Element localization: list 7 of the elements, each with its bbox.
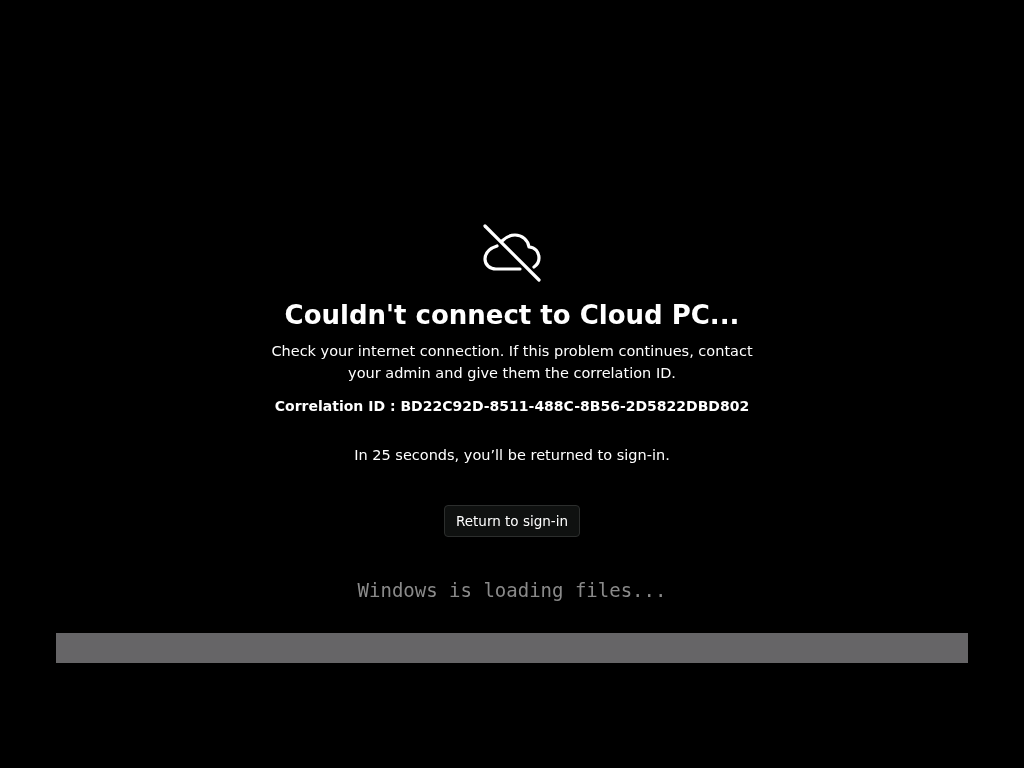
return-button[interactable]: Return to sign-in	[444, 505, 580, 537]
countdown-text: In 25 seconds, you’ll be returned to sign-in.	[354, 446, 670, 465]
boot-status-text: Windows is loading files...	[357, 578, 667, 603]
error-message: Check your internet connection. If this problem continues, contact your admin and give them the correlation ID.	[270, 342, 754, 383]
error-title: Couldn't connect to Cloud PC...	[284, 299, 740, 332]
correlation-id: Correlation ID : BD22C92D-8511-488C-8B56-2D5822DBD802	[274, 397, 750, 416]
cloud-off-icon	[482, 224, 542, 282]
